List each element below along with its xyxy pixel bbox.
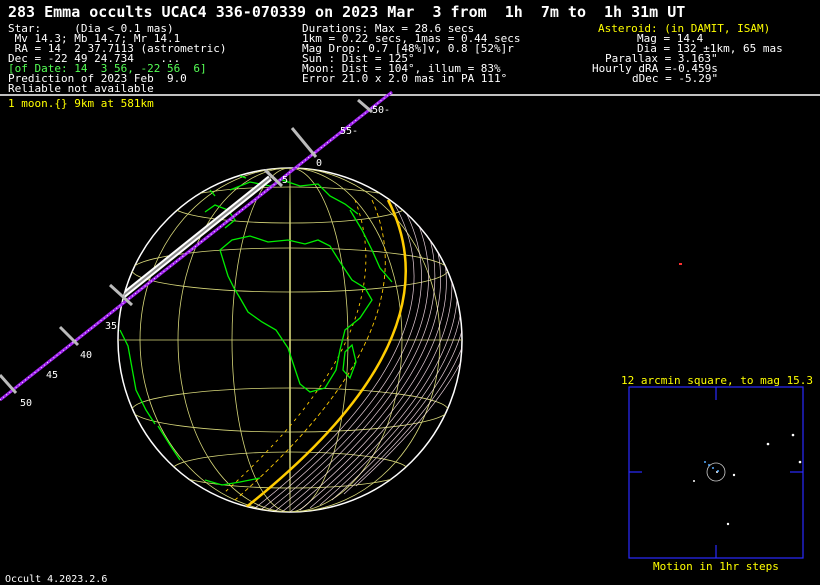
software-version: Occult 4.2023.2.6: [5, 574, 108, 585]
globe-map-graphic: 50- 55- 0 5 35 40 45 50: [0, 90, 820, 559]
field-stars: [693, 433, 802, 526]
path-label-7: 45: [46, 370, 58, 381]
path-label-8: 50: [20, 398, 32, 409]
path-label-1: 50-: [372, 105, 390, 116]
star-chart-title: 12 arcmin square, to mag 15.3: [621, 374, 814, 387]
red-marker: [679, 263, 682, 265]
path-label-6: 40: [80, 350, 92, 361]
path-label-5: 35: [105, 321, 117, 332]
path-label-3: 0: [316, 158, 322, 169]
occultation-map-page: 283 Emma occults UCAC4 336-070339 on 202…: [0, 0, 820, 585]
moon-note: 1 moon.{} 9km at 581km: [8, 97, 154, 110]
star-chart: [628, 386, 804, 559]
path-label-2: 55-: [340, 126, 358, 137]
path-label-4: 5: [282, 175, 288, 186]
star-chart-frame: [628, 386, 804, 559]
star-chart-caption: Motion in 1hr steps: [653, 560, 779, 573]
